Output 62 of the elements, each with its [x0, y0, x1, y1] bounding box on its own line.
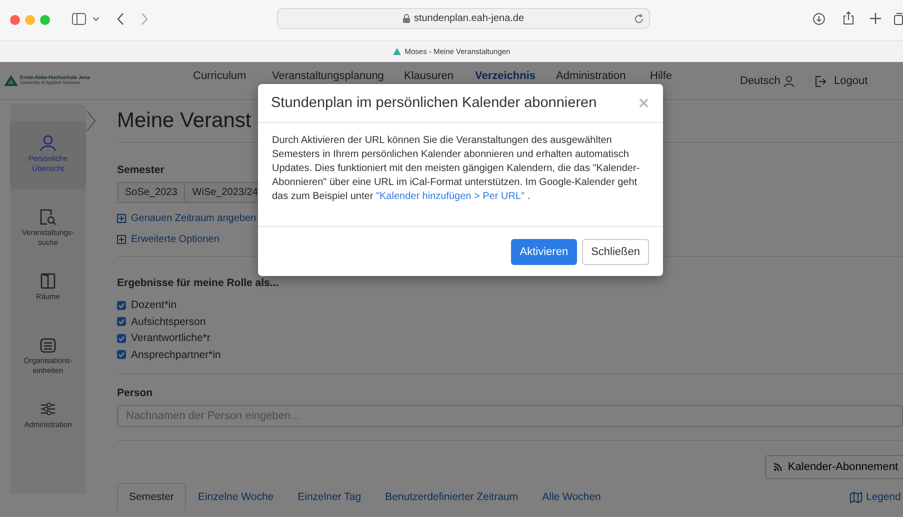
- close-dialog-button[interactable]: Schließen: [582, 239, 649, 265]
- door-icon: [40, 273, 56, 289]
- checkbox[interactable]: [117, 350, 126, 360]
- nav-link[interactable]: Administration: [556, 70, 626, 82]
- view-tab[interactable]: Benutzerdefinierter Zeitraum: [373, 483, 530, 510]
- view-tab[interactable]: Alle Wochen: [530, 483, 613, 510]
- dialog-text: Durch Aktivieren der URL können Sie die Veranstaltungen des ausgewählten Semesters in Ihrem persönlichen Kalender abonnieren und erhalten automatisch Updates. Dies funktioniert mit den meisten gängigen Kalendern, die das "Kalender-Abonnieren" über eine URL im iCal-Format unterstützen. Im Google-Kalender geht das zum Beispiel unter "Kalender hinzufügen > Per URL" .: [271, 134, 641, 204]
- plus-icon[interactable]: [870, 13, 881, 24]
- logout-icon[interactable]: [815, 76, 826, 87]
- calendar-help-link[interactable]: "Kalender hinzufügen > Per URL": [376, 191, 525, 202]
- activate-button[interactable]: Aktivieren: [510, 239, 578, 265]
- semester-button[interactable]: SoSe_2023: [117, 182, 186, 203]
- section-label: Ergebnisse für meine Rolle als...: [117, 277, 279, 289]
- zoom-window-button[interactable]: [40, 15, 50, 25]
- download-icon[interactable]: [813, 13, 825, 25]
- nav-link[interactable]: Verzeichnis: [475, 70, 536, 82]
- checkbox[interactable]: [117, 317, 126, 326]
- checkbox[interactable]: [117, 300, 126, 310]
- checkbox-label: Verantwortliche*r: [131, 332, 210, 344]
- language-link[interactable]: Deutsch: [740, 75, 780, 87]
- dialog-title: Stundenplan im persönlichen Kalender abonnieren: [271, 95, 597, 111]
- chevron-down-icon[interactable]: [93, 17, 99, 21]
- expand-link[interactable]: Erweiterte Optionen: [131, 234, 220, 245]
- expand-plus-icon[interactable]: [117, 214, 126, 223]
- expand-plus-icon[interactable]: [117, 235, 126, 244]
- search-document-icon: [40, 209, 56, 225]
- view-tab[interactable]: Einzelner Tag: [286, 483, 374, 510]
- reload-icon[interactable]: [634, 14, 644, 24]
- subscription-button[interactable]: Kalender-Abonnement: [764, 455, 903, 479]
- close-window-button[interactable]: [10, 15, 20, 25]
- section-label: Semester: [117, 164, 164, 176]
- sliders-icon: [40, 401, 56, 417]
- view-tab[interactable]: Semester: [117, 483, 186, 510]
- sidebar-icon[interactable]: [72, 13, 86, 25]
- person-icon: [40, 135, 56, 151]
- share-icon[interactable]: [843, 11, 854, 25]
- nav-link[interactable]: Curriculum: [193, 70, 246, 82]
- user-icon[interactable]: [784, 76, 794, 87]
- checkbox-label: Aufsichtsperson: [131, 316, 206, 328]
- checkbox-label: Dozent*in: [131, 299, 177, 312]
- rss-icon: [774, 463, 782, 471]
- checkbox[interactable]: [117, 334, 126, 343]
- map-icon: [850, 492, 862, 502]
- checkbox-label: Ansprechpartner*in: [131, 348, 221, 361]
- logout-link[interactable]: Logout: [834, 75, 868, 87]
- cabinet-icon: [40, 337, 56, 353]
- nav-link[interactable]: Hilfe: [650, 70, 672, 82]
- url-text[interactable]: stundenplan.eah-jena.de: [414, 13, 524, 24]
- section-label: Person: [117, 387, 153, 399]
- nav-link[interactable]: Veranstaltungsplanung: [272, 70, 384, 82]
- forward-icon[interactable]: [141, 13, 148, 25]
- back-icon[interactable]: [117, 13, 124, 25]
- page-title: Meine Veranst: [117, 108, 252, 134]
- legend-link[interactable]: Legend: [850, 491, 901, 510]
- expand-chevron-icon[interactable]: [86, 110, 96, 132]
- expand-link[interactable]: Genauen Zeitraum angeben: [131, 213, 256, 224]
- triangle-icon: [392, 48, 401, 55]
- logo-icon: [4, 75, 18, 86]
- lock-icon: [402, 14, 410, 23]
- view-tab[interactable]: Einzelne Woche: [186, 483, 286, 510]
- tabs-overview-icon[interactable]: [894, 13, 903, 25]
- nav-link[interactable]: Klausuren: [404, 70, 454, 82]
